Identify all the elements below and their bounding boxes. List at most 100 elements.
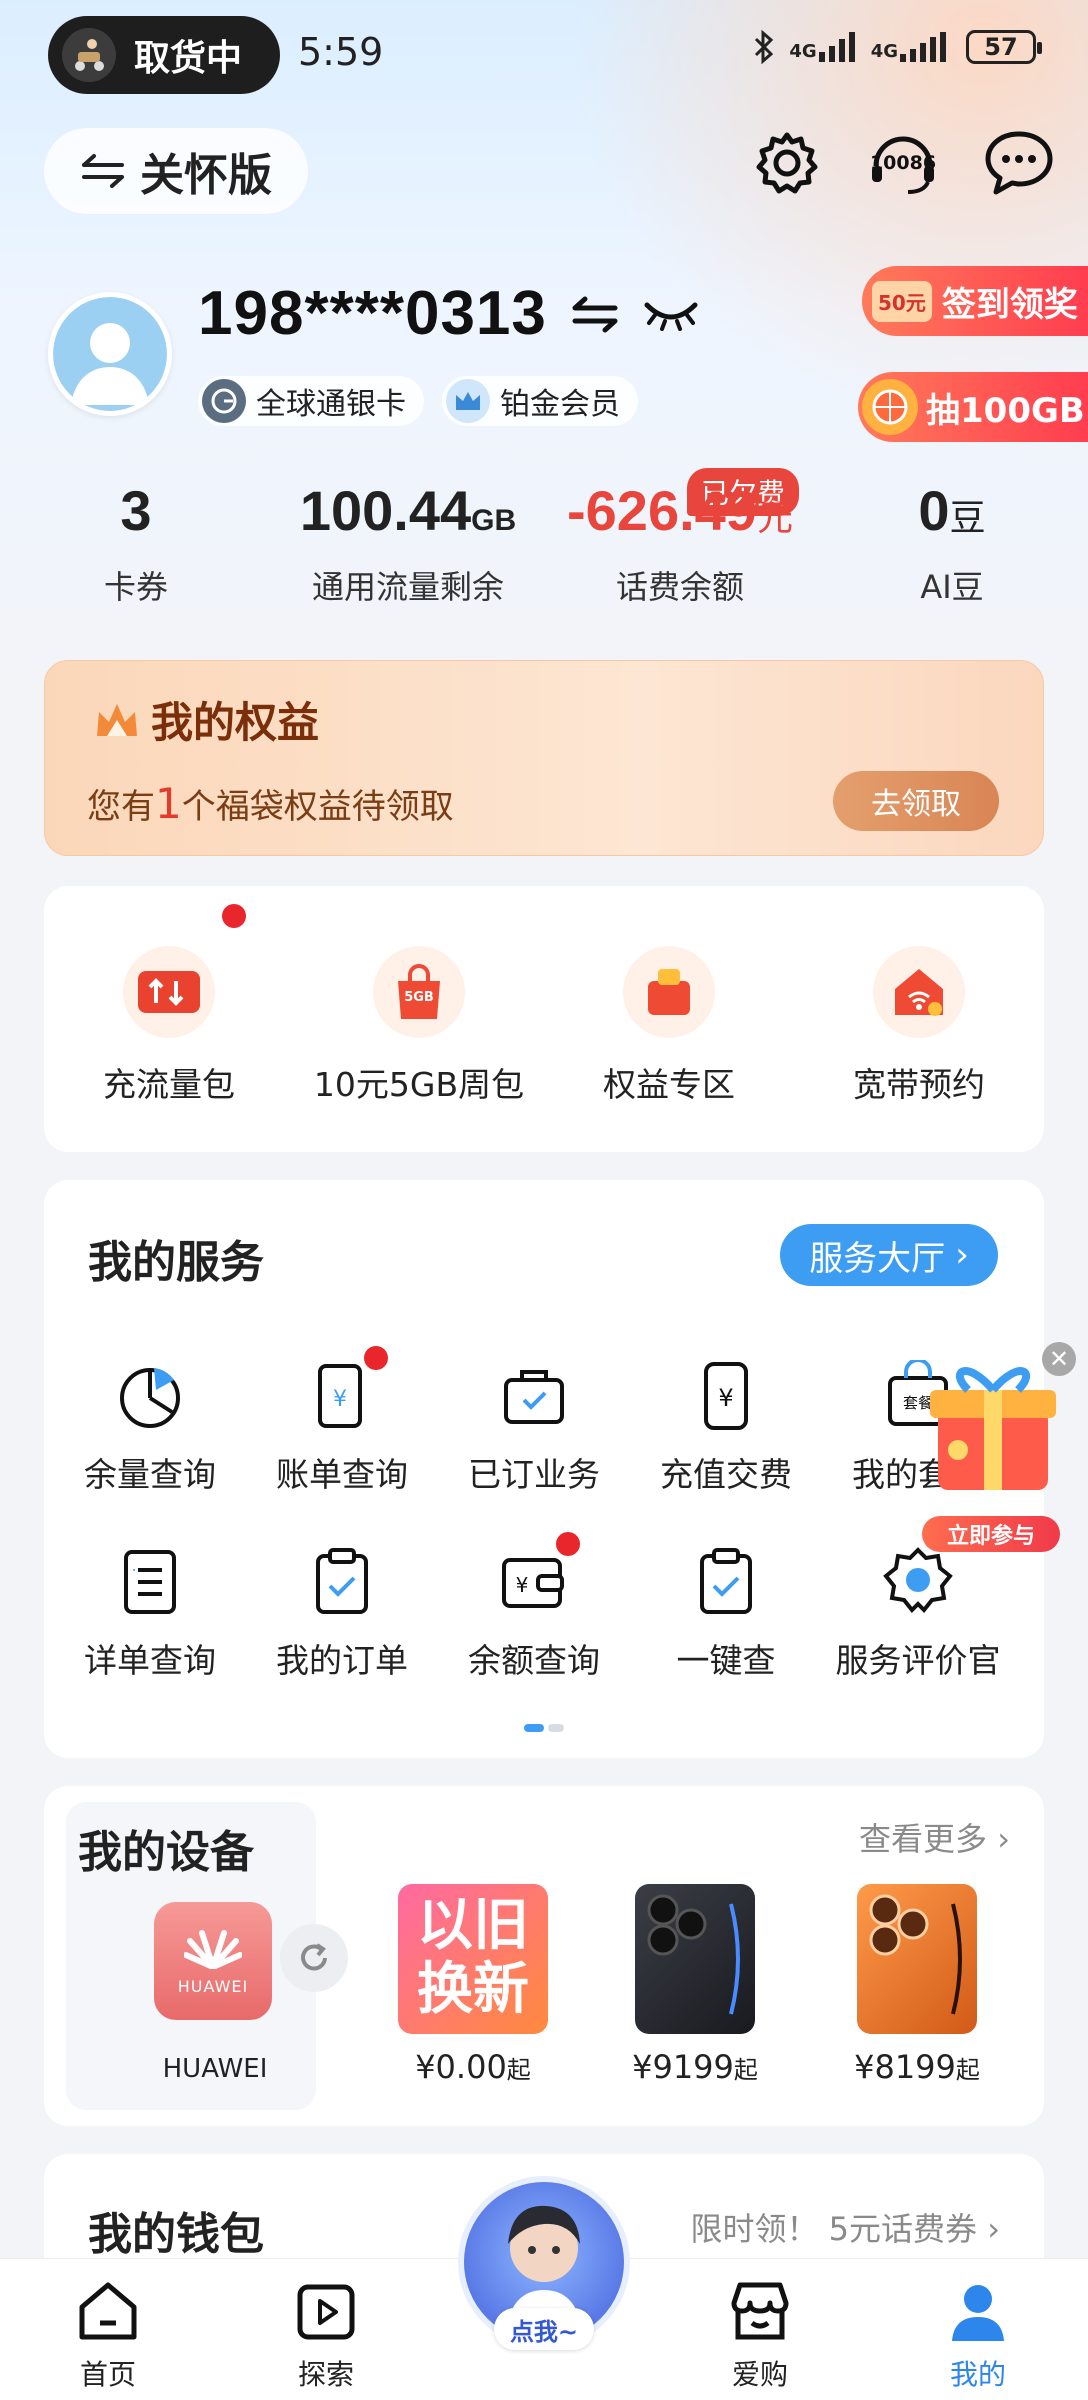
quick-weekly-pack[interactable]: 5GB 10元5GB周包 bbox=[304, 946, 534, 1152]
product-trade-in[interactable]: 以旧 换新 ¥0.00起 bbox=[388, 1884, 558, 2086]
quick-label: 宽带预约 bbox=[853, 1065, 985, 1104]
live-activity-pill[interactable]: 取货中 bbox=[48, 16, 280, 94]
refresh-icon bbox=[301, 1943, 327, 1971]
ai-beans-unit: 豆 bbox=[949, 497, 986, 538]
bluetooth-icon bbox=[755, 30, 774, 64]
platinum-member-badge[interactable]: 铂金会员 bbox=[442, 376, 638, 426]
briefcase-check-icon bbox=[504, 1370, 564, 1424]
coupons-value: 3 bbox=[120, 479, 152, 542]
join-now-button[interactable]: 立即参与 bbox=[922, 1516, 1060, 1552]
close-icon[interactable]: ✕ bbox=[1042, 1342, 1076, 1376]
refresh-button[interactable] bbox=[280, 1924, 348, 1992]
chevron-right-icon: › bbox=[955, 1235, 969, 1275]
stat-coupons[interactable]: 3 卡券 bbox=[0, 478, 272, 608]
services-title: 我的服务 bbox=[88, 1237, 264, 1288]
services-grid: 余量查询 ¥ 账单查询 已订业务 ¥ 充值交费 套餐 我的套餐 详单查询 我的订… bbox=[54, 1346, 1034, 1682]
notification-dot bbox=[364, 1346, 388, 1370]
nav-home[interactable]: 首页 bbox=[48, 2279, 168, 2393]
benefits-count: 1 bbox=[155, 779, 182, 828]
shop-icon bbox=[731, 2282, 789, 2340]
member-badges: 全球通银卡 铂金会员 bbox=[198, 376, 638, 426]
product-phone-black[interactable]: ¥9199起 bbox=[610, 1884, 780, 2086]
hide-eye-icon[interactable] bbox=[643, 297, 699, 331]
clock: 5:59 bbox=[298, 30, 384, 74]
quick-broadband[interactable]: 宽带预约 bbox=[804, 946, 1034, 1152]
nav-explore[interactable]: 探索 bbox=[266, 2279, 386, 2393]
home-icon bbox=[79, 2282, 137, 2340]
care-mode-button[interactable]: 关怀版 bbox=[44, 128, 308, 214]
user-icon bbox=[952, 2285, 1004, 2341]
service-my-orders[interactable]: 我的订单 bbox=[246, 1546, 438, 1682]
gift-bag-icon bbox=[623, 946, 715, 1038]
page-indicator bbox=[524, 1724, 564, 1732]
lottery-label: 抽100GB bbox=[926, 390, 1085, 431]
wallet-promo-link[interactable]: 限时领！ 5元话费券 › bbox=[690, 2204, 1000, 2250]
product-price: ¥0.00起 bbox=[415, 2048, 531, 2086]
global-card-label: 全球通银卡 bbox=[256, 387, 406, 422]
device-name: HUAWEI bbox=[162, 2054, 268, 2084]
settings-button[interactable] bbox=[752, 128, 822, 198]
messages-button[interactable] bbox=[984, 128, 1054, 198]
signin-reward-button[interactable]: 50元 签到领奖 bbox=[862, 266, 1088, 336]
play-icon bbox=[297, 2284, 355, 2340]
switch-account-icon[interactable] bbox=[571, 294, 619, 334]
lottery-button[interactable]: 抽100GB bbox=[858, 372, 1088, 442]
live-activity-text: 取货中 bbox=[134, 38, 243, 79]
service-detail-query[interactable]: 详单查询 bbox=[54, 1546, 246, 1682]
hotline-number: 10086 bbox=[869, 152, 937, 174]
service-hall-button[interactable]: 服务大厅 › bbox=[780, 1224, 998, 1286]
service-usage-query[interactable]: 余量查询 bbox=[54, 1360, 246, 1496]
my-benefits-card[interactable]: 我的权益 您有1个福袋权益待领取 去领取 bbox=[44, 660, 1044, 856]
product-phone-orange[interactable]: ¥8199起 bbox=[832, 1884, 1002, 2086]
default-avatar-icon bbox=[53, 297, 167, 411]
product-price: ¥9199起 bbox=[632, 2048, 758, 2086]
quick-label: 充流量包 bbox=[103, 1065, 235, 1104]
stat-balance[interactable]: -626.49元 话费余额 bbox=[544, 478, 816, 608]
clipboard-check-icon bbox=[700, 1548, 752, 1614]
signin-reward-label: 签到领奖 bbox=[941, 284, 1078, 325]
notification-dot bbox=[222, 904, 246, 928]
page-dot bbox=[548, 1724, 564, 1732]
view-more-link[interactable]: 查看更多 › bbox=[859, 1814, 1010, 1860]
header-actions: 10086 bbox=[752, 128, 1054, 198]
service-recharge[interactable]: ¥ 充值交费 bbox=[630, 1360, 822, 1496]
signal-icon-2: 4G bbox=[871, 32, 952, 62]
list-document-icon bbox=[124, 1550, 176, 1614]
switch-arrows-icon bbox=[82, 154, 124, 188]
hotline-button[interactable]: 10086 bbox=[868, 128, 938, 198]
huawei-logo-icon: HUAWEI bbox=[154, 1902, 272, 2020]
data-value: 100.44 bbox=[299, 479, 472, 542]
5gb-bag-icon: 5GB bbox=[373, 946, 465, 1038]
stat-data-remaining[interactable]: 100.44GB 通用流量剩余 bbox=[272, 478, 544, 608]
nav-label: 首页 bbox=[79, 2358, 136, 2391]
claim-button[interactable]: 去领取 bbox=[833, 771, 999, 831]
chevron-right-icon: › bbox=[987, 2210, 1000, 2248]
svg-text:¥: ¥ bbox=[516, 1573, 529, 1597]
lucky-wheel-icon bbox=[862, 379, 918, 435]
service-balance-query[interactable]: ¥ 余额查询 bbox=[438, 1532, 630, 1682]
platinum-member-label: 铂金会员 bbox=[500, 387, 620, 422]
benefits-subtitle: 您有1个福袋权益待领取 bbox=[87, 779, 454, 828]
nav-label: 探索 bbox=[297, 2358, 354, 2391]
status-icons: 4G 4G 57 bbox=[753, 30, 1042, 64]
service-subscribed[interactable]: 已订业务 bbox=[438, 1360, 630, 1496]
badge-seal-icon bbox=[883, 1547, 953, 1613]
service-bill-query[interactable]: ¥ 账单查询 bbox=[246, 1346, 438, 1496]
avatar[interactable] bbox=[48, 292, 172, 416]
phone-number: 198****0313 bbox=[198, 278, 699, 349]
nav-shop[interactable]: 爱购 bbox=[700, 2279, 820, 2393]
service-one-click-check[interactable]: 一键查 bbox=[630, 1546, 822, 1682]
quick-traffic-pack[interactable]: 充流量包 bbox=[54, 904, 284, 1152]
stat-ai-beans[interactable]: 0豆 AI豆 bbox=[816, 478, 1088, 608]
phone-orange-image bbox=[857, 1884, 977, 2034]
quick-benefits-zone[interactable]: 权益专区 bbox=[554, 946, 784, 1152]
global-card-badge[interactable]: 全球通银卡 bbox=[198, 376, 424, 426]
service-rating-officer[interactable]: 服务评价官 bbox=[822, 1546, 1014, 1682]
tap-me-label[interactable]: 点我~ bbox=[494, 2308, 594, 2350]
quick-label: 10元5GB周包 bbox=[313, 1065, 525, 1104]
nav-mine[interactable]: 我的 bbox=[918, 2279, 1038, 2393]
trade-in-banner: 以旧 换新 bbox=[398, 1884, 548, 2034]
devices-title: 我的设备 bbox=[78, 1827, 254, 1878]
quick-entries: 充流量包 5GB 10元5GB周包 权益专区 宽带预约 bbox=[44, 886, 1044, 1152]
delivery-rider-icon bbox=[62, 28, 116, 82]
